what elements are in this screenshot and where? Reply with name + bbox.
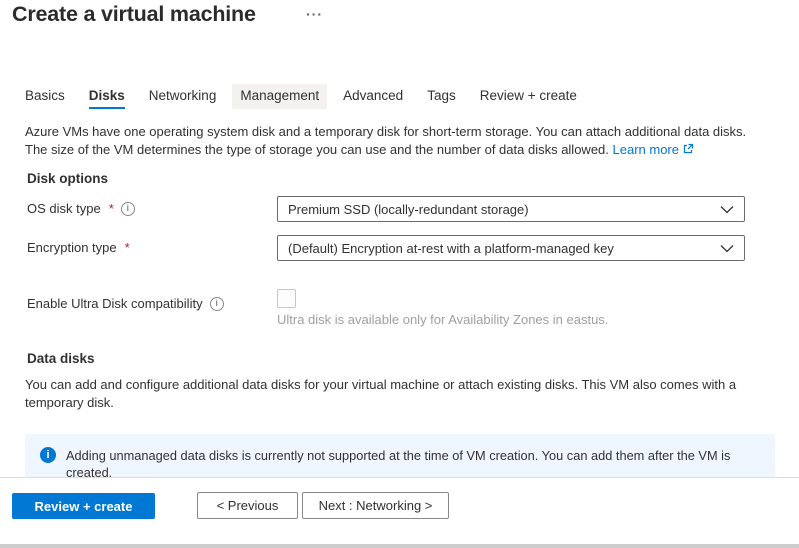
ultra-disk-note: Ultra disk is available only for Availab… [277,312,608,327]
required-asterisk: * [125,240,130,255]
info-icon[interactable]: i [210,297,224,311]
os-disk-type-value: Premium SSD (locally-redundant storage) [288,202,529,217]
info-banner: i Adding unmanaged data disks is current… [25,434,775,478]
banner-line-1: Adding unmanaged data disks is currently… [66,448,730,463]
encryption-type-value: (Default) Encryption at-rest with a plat… [288,241,614,256]
previous-button[interactable]: < Previous [197,492,298,519]
disk-options-heading: Disk options [27,171,108,186]
intro-text: Azure VMs have one operating system disk… [25,123,795,159]
tab-tags[interactable]: Tags [419,84,464,109]
tab-review-create[interactable]: Review + create [472,84,585,109]
chevron-down-icon [720,202,734,217]
tab-bar: Basics Disks Networking Management Advan… [17,84,585,109]
data-disks-description: You can add and configure additional dat… [25,376,785,411]
tab-management[interactable]: Management [232,84,327,109]
ultra-disk-checkbox[interactable] [277,289,296,308]
learn-more-link[interactable]: Learn more [613,142,694,157]
data-disks-heading: Data disks [27,351,95,366]
intro-line-2: The size of the VM determines the type o… [25,142,609,157]
footer-bar: Review + create < Previous Next : Networ… [0,477,799,544]
tab-networking[interactable]: Networking [141,84,225,109]
horizontal-scrollbar[interactable] [0,544,799,548]
required-asterisk: * [109,201,114,216]
intro-line-1: Azure VMs have one operating system disk… [25,124,746,139]
next-networking-button[interactable]: Next : Networking > [302,492,449,519]
encryption-type-label: Encryption type* [27,240,130,255]
os-disk-type-dropdown[interactable]: Premium SSD (locally-redundant storage) [277,196,745,222]
encryption-type-dropdown[interactable]: (Default) Encryption at-rest with a plat… [277,235,745,261]
tab-advanced[interactable]: Advanced [335,84,411,109]
ultra-disk-label: Enable Ultra Disk compatibility i [27,296,224,311]
info-icon: i [40,447,56,463]
review-create-button[interactable]: Review + create [12,493,155,519]
tab-basics[interactable]: Basics [17,84,73,109]
chevron-down-icon [720,241,734,256]
data-disks-line-2: temporary disk. [25,395,114,410]
tab-disks[interactable]: Disks [81,84,133,109]
external-link-icon [682,142,694,160]
info-banner-text: Adding unmanaged data disks is currently… [66,447,730,478]
os-disk-type-label: OS disk type* i [27,201,135,216]
more-options-button[interactable]: ··· [306,6,323,22]
create-vm-page: Create a virtual machine ··· Basics Disk… [0,0,799,548]
page-title: Create a virtual machine [12,2,256,27]
data-disks-line-1: You can add and configure additional dat… [25,377,736,392]
info-icon[interactable]: i [121,202,135,216]
